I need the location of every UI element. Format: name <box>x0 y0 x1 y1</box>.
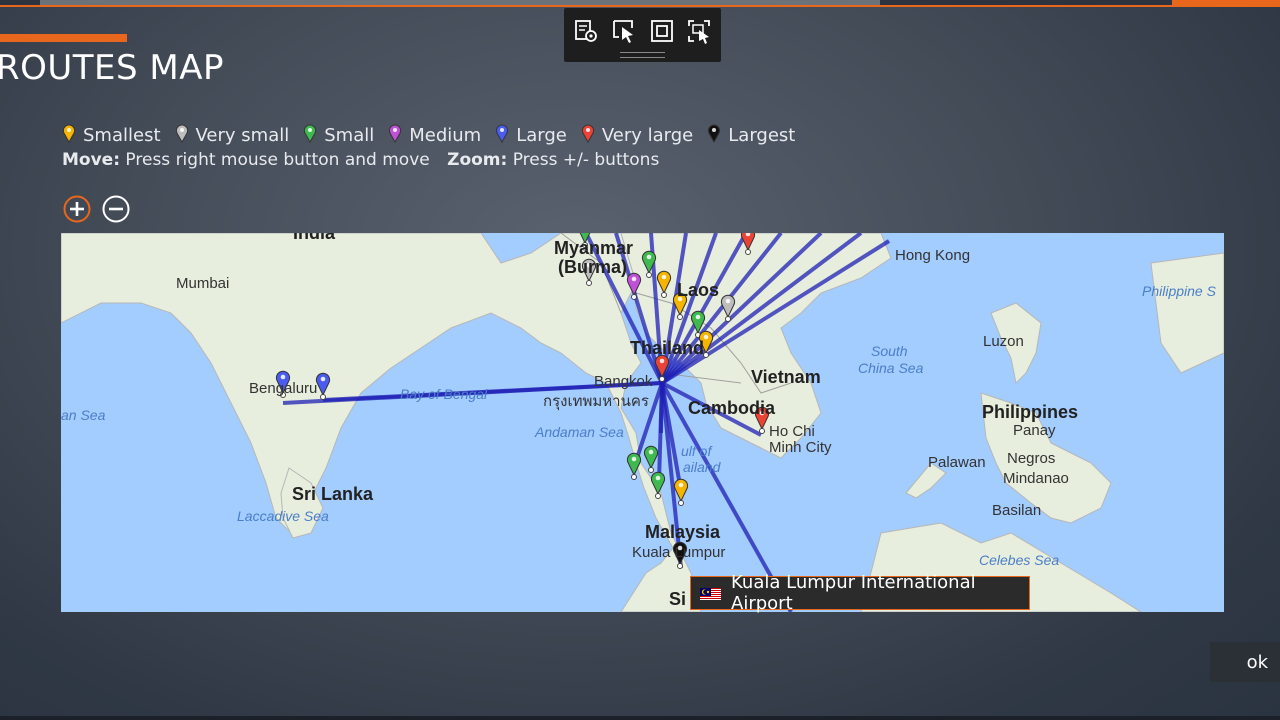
minus-circle-icon <box>102 195 130 223</box>
place-south-china-sea-1: South <box>871 343 908 359</box>
legend-label: Largest <box>728 124 796 146</box>
place-luzon: Luzon <box>983 333 1024 350</box>
marker-icon <box>388 123 409 148</box>
legend-label: Smallest <box>83 124 161 146</box>
marker-icon <box>707 123 728 148</box>
place-ho-chi-minh-1: Ho Chi <box>769 423 815 440</box>
marker-icon <box>303 123 324 148</box>
legend-label: Medium <box>409 124 482 146</box>
place-bengaluru: Bengaluru <box>249 380 318 397</box>
screen-settings-icon[interactable] <box>573 18 599 44</box>
legend-label: Very large <box>601 124 694 146</box>
place-bangkok-thai: กรุงเทพมหานคร <box>543 393 649 410</box>
legend-label: Very small <box>195 124 290 146</box>
airport-marker-smallest[interactable] <box>673 478 689 506</box>
place-cambodia: Cambodia <box>688 398 776 418</box>
plus-circle-icon <box>63 195 91 223</box>
bottom-bar <box>0 716 1280 720</box>
place-mindanao: Mindanao <box>1003 470 1069 487</box>
place-basilan: Basilan <box>992 502 1042 519</box>
fit-frame-icon[interactable] <box>649 18 675 44</box>
toolbar-drag-handle[interactable] <box>620 52 665 58</box>
capture-toolbar <box>564 8 721 62</box>
place-kuala-lumpur: Kuala Lumpur <box>632 544 726 561</box>
legend-item: Smallest <box>62 123 161 148</box>
place-bay-of-bengal: Bay of Bengal <box>400 386 488 402</box>
marker-icon <box>581 123 602 148</box>
place-philippine-sea: Philippine S <box>1142 283 1216 299</box>
place-thailand: Thailand <box>630 338 705 358</box>
legend-item: Large <box>495 123 567 148</box>
place-india: India <box>293 233 336 243</box>
legend-item: Medium <box>388 123 481 148</box>
place-gulf-of-thailand-1: ulf of <box>681 443 712 459</box>
title-accent-bar <box>0 34 127 42</box>
place-philippines: Philippines <box>982 402 1079 422</box>
routes-map[interactable]: India Myanmar (Burma) Mumbai Laos Hong K… <box>61 233 1224 612</box>
place-myanmar: Myanmar <box>554 238 634 258</box>
place-sri-lanka: Sri Lanka <box>292 484 374 504</box>
place-malaysia: Malaysia <box>645 522 721 542</box>
legend-item: Very large <box>581 123 693 148</box>
place-mumbai: Mumbai <box>176 275 230 292</box>
airport-marker-small[interactable] <box>643 445 659 473</box>
marker-icon <box>62 123 83 148</box>
airport-marker-small[interactable] <box>626 452 642 480</box>
select-pointer-icon[interactable] <box>611 18 637 44</box>
help-text: Move: Press right mouse button and move … <box>62 150 659 170</box>
place-bangkok: Bangkok <box>594 373 653 390</box>
place-singapore: Si <box>669 589 687 609</box>
zoom-text: Press +/- buttons <box>512 150 660 170</box>
place-laos: Laos <box>677 280 720 300</box>
zoom-in-button[interactable] <box>63 195 91 223</box>
place-palawan: Palawan <box>928 454 986 471</box>
place-panay: Panay <box>1013 422 1056 439</box>
place-laccadive-sea: Laccadive Sea <box>237 508 329 524</box>
place-south-china-sea-2: China Sea <box>858 360 924 376</box>
top-bar-line <box>0 5 1280 7</box>
place-negros: Negros <box>1007 450 1056 467</box>
place-ho-chi-minh-2: Minh City <box>769 439 832 456</box>
legend: Smallest Very small Small Medium Large Very l… <box>62 122 809 148</box>
ok-button[interactable]: ok <box>1210 642 1280 682</box>
legend-item: Very small <box>175 123 290 148</box>
place-arabian-sea: an Sea <box>61 407 106 423</box>
legend-label: Large <box>516 124 567 146</box>
marker-icon <box>175 123 196 148</box>
tooltip-text: Kuala Lumpur International Airport <box>731 572 976 614</box>
screenshot-select-icon[interactable] <box>686 18 712 44</box>
place-celebes-sea: Celebes Sea <box>979 552 1060 568</box>
move-label: Move: <box>62 150 121 170</box>
place-andaman-sea: Andaman Sea <box>535 424 624 440</box>
malaysia-flag-icon <box>700 586 722 600</box>
place-gulf-of-thailand-2: ailand <box>683 459 721 475</box>
marker-icon <box>495 123 516 148</box>
zoom-label: Zoom: <box>447 150 508 170</box>
page-title: ROUTES MAP <box>0 48 225 88</box>
legend-item: Small <box>303 123 374 148</box>
place-hong-kong: Hong Kong <box>895 247 971 264</box>
place-vietnam: Vietnam <box>751 367 821 387</box>
legend-label: Small <box>324 124 375 146</box>
place-burma: (Burma) <box>558 257 628 277</box>
legend-item: Largest <box>707 123 795 148</box>
zoom-out-button[interactable] <box>102 195 130 223</box>
airport-tooltip: Kuala Lumpur International Airport <box>690 572 1030 614</box>
move-text: Press right mouse button and move <box>125 150 430 170</box>
top-bar <box>0 0 1280 7</box>
